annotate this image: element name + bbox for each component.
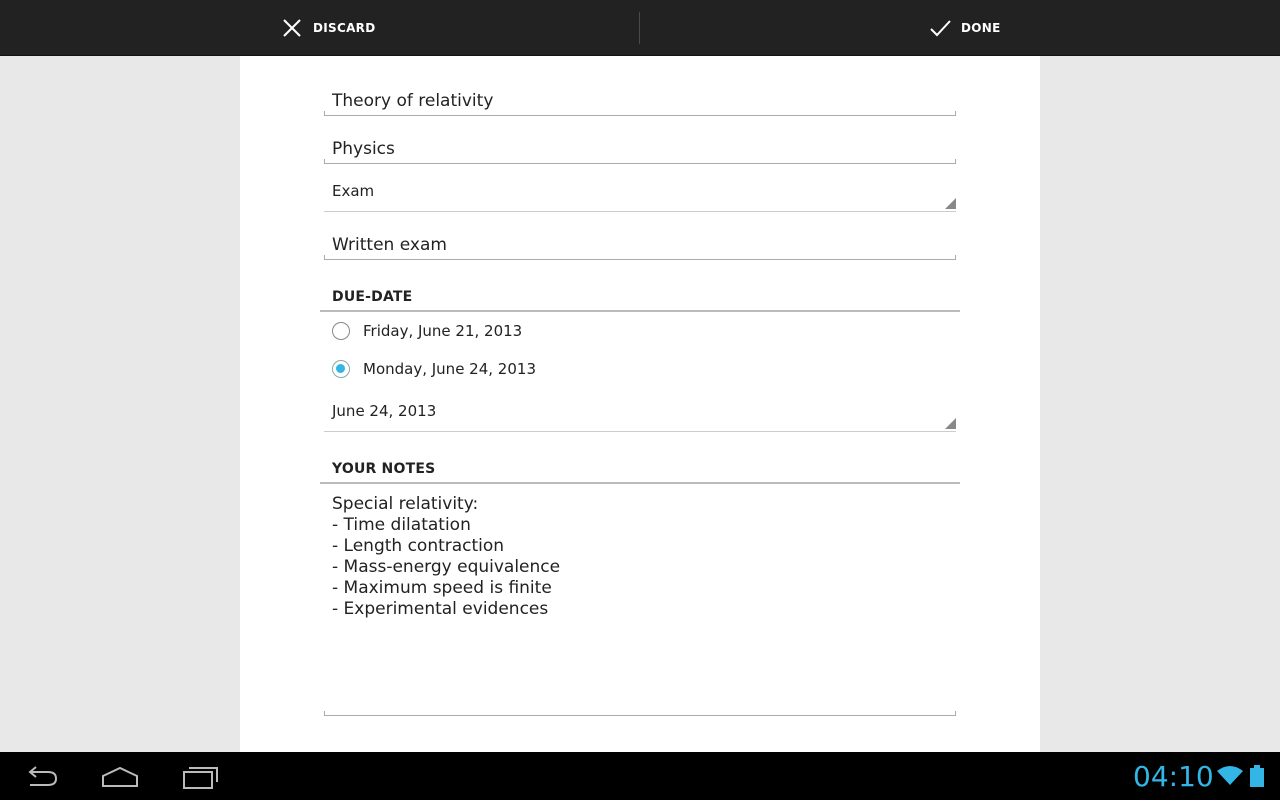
action-bar-divider xyxy=(639,12,640,44)
notes-text[interactable]: Special relativity: - Time dilatation - … xyxy=(332,494,948,620)
check-icon xyxy=(930,20,951,37)
action-bar: DISCARD DONE xyxy=(0,0,1280,56)
dropdown-triangle-icon xyxy=(945,198,956,209)
kind-selected-value: Exam xyxy=(332,182,375,200)
title-field[interactable] xyxy=(324,88,956,116)
description-input[interactable] xyxy=(324,232,956,258)
due-date-option-label: Friday, June 21, 2013 xyxy=(363,322,523,340)
date-picker-dropdown[interactable]: June 24, 2013 xyxy=(324,388,956,432)
done-label: DONE xyxy=(961,21,1001,35)
due-date-header: DUE-DATE xyxy=(320,286,960,312)
radio-checked[interactable] xyxy=(332,360,350,378)
notes-field[interactable]: Special relativity: - Time dilatation - … xyxy=(324,492,956,716)
due-date-header-label: DUE-DATE xyxy=(332,289,413,305)
discard-button[interactable]: DISCARD xyxy=(281,0,375,56)
due-date-option-1[interactable]: Friday, June 21, 2013 xyxy=(332,317,522,345)
system-navigation-bar: 04:10 xyxy=(0,752,1280,800)
battery-icon xyxy=(1250,765,1264,787)
title-input[interactable] xyxy=(324,88,956,114)
subject-field[interactable] xyxy=(324,136,956,164)
form-sheet: Exam DUE-DATE Friday, June 21, 2013 Mond… xyxy=(240,56,1040,752)
recent-apps-icon[interactable] xyxy=(182,764,220,790)
radio-unchecked[interactable] xyxy=(332,322,350,340)
notes-header: YOUR NOTES xyxy=(320,458,960,484)
back-icon[interactable] xyxy=(22,764,60,790)
dropdown-triangle-icon xyxy=(945,418,956,429)
status-clock: 04:10 xyxy=(1133,760,1214,793)
kind-dropdown[interactable]: Exam xyxy=(324,168,956,212)
close-icon xyxy=(283,19,301,37)
due-date-option-label: Monday, June 24, 2013 xyxy=(363,360,536,378)
date-picker-value: June 24, 2013 xyxy=(332,402,437,420)
home-icon[interactable] xyxy=(101,764,139,790)
due-date-option-2[interactable]: Monday, June 24, 2013 xyxy=(332,355,536,383)
subject-input[interactable] xyxy=(324,136,956,162)
wifi-icon xyxy=(1217,766,1243,785)
description-field[interactable] xyxy=(324,232,956,260)
done-button[interactable]: DONE xyxy=(929,0,1001,56)
notes-header-label: YOUR NOTES xyxy=(332,461,436,477)
discard-label: DISCARD xyxy=(313,21,376,35)
